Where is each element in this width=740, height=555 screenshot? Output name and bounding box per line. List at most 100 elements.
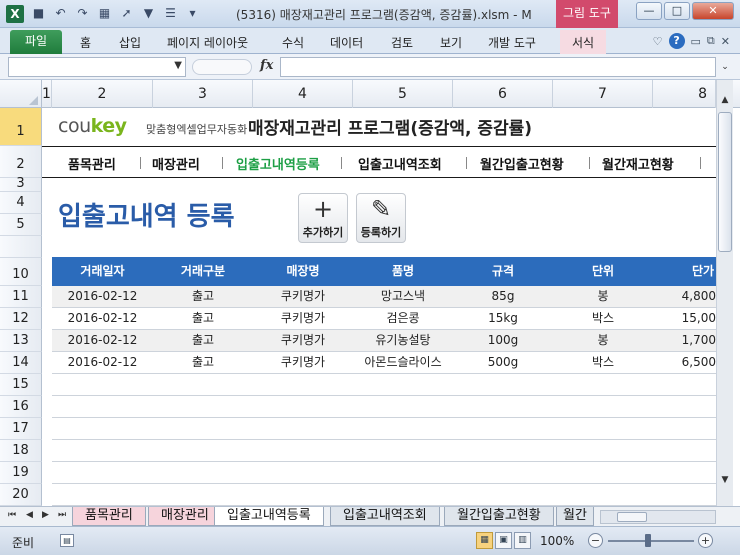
doc-close-icon[interactable]: ✕ [721,35,730,48]
table-row[interactable]: 2016-02-12 출고 쿠키명가 망고스낵 85g 봉 4,800 [52,286,716,308]
page-layout-view-icon[interactable]: ▣ [495,532,512,549]
cell-date[interactable]: 2016-02-12 [52,308,153,329]
sheet-tab[interactable]: 입출고내역조회 [330,507,440,526]
cell-price[interactable]: 6,500 [653,352,716,373]
vertical-scrollbar[interactable]: ▲ ▼ [716,80,733,506]
row-header[interactable]: 2 [0,146,42,178]
sheet-tab[interactable]: 월간 [556,507,594,526]
row-header[interactable]: 10 [0,258,42,286]
table-row[interactable]: 2016-02-12 출고 쿠키명가 검은콩 15kg 박스 15,00 [52,308,716,330]
row-header[interactable]: 18 [0,440,42,462]
table-row[interactable] [52,374,716,396]
sheet-tab[interactable]: 월간입출고현황 [444,507,554,526]
row-header[interactable] [0,236,42,258]
first-sheet-icon[interactable]: ⏮ [8,510,16,520]
chevron-down-icon[interactable]: ▼ [174,60,182,71]
zoom-in-icon[interactable]: + [698,533,713,548]
nav-item-monthly-stock[interactable]: 월간재고현황 [602,154,674,173]
scroll-thumb[interactable] [718,112,732,252]
tab-formulas[interactable]: 수식 [282,34,304,51]
table-row[interactable] [52,484,716,506]
cell-type[interactable]: 출고 [153,286,253,307]
cell-item[interactable]: 망고스낵 [353,286,453,307]
fx-icon[interactable]: fx [260,58,273,73]
row-header[interactable]: 13 [0,330,42,352]
row-header[interactable]: 11 [0,286,42,308]
tab-file[interactable]: 파일 [10,30,62,54]
nav-item-inout-register[interactable]: 입출고내역등록 [236,154,320,173]
cell-spec[interactable]: 500g [453,352,553,373]
cell-unit[interactable]: 박스 [553,308,653,329]
column-header[interactable]: 8 [653,80,716,108]
table-row[interactable]: 2016-02-12 출고 쿠키명가 유기농설탕 100g 봉 1,700 [52,330,716,352]
zoom-out-icon[interactable]: − [588,533,603,548]
select-all-corner[interactable] [0,80,42,108]
close-icon[interactable]: ✕ [692,2,734,20]
pointer-icon[interactable]: ➚ [118,5,135,22]
sheet-tab[interactable]: 품목관리 [72,507,146,526]
cell-price[interactable]: 15,00 [653,308,716,329]
tab-home[interactable]: 홈 [80,34,91,51]
cell-price[interactable]: 4,800 [653,286,716,307]
customize-icon[interactable]: ▾ [184,5,201,22]
cell-store[interactable]: 쿠키명가 [253,286,353,307]
row-header[interactable]: 20 [0,484,42,506]
scroll-down-icon[interactable]: ▼ [717,472,733,488]
ribbon-collapse-icon[interactable]: ♡ [653,35,663,48]
cell-item[interactable]: 아몬드슬라이스 [353,352,453,373]
worksheet[interactable]: coukey 맞춤형엑셀업무자동화 매장재고관리 프로그램(증감액, 증감률) … [42,108,716,506]
zoom-slider[interactable] [608,540,694,542]
excel-logo-icon[interactable]: X [6,5,24,23]
formula-input[interactable] [280,57,716,77]
sheet-tab-active[interactable]: 입출고내역등록 [214,507,324,526]
help-icon[interactable]: ? [668,33,685,49]
last-sheet-icon[interactable]: ⏭ [58,510,66,520]
cell-store[interactable]: 쿠키명가 [253,308,353,329]
tab-view[interactable]: 보기 [440,34,462,51]
add-button[interactable]: + 추가하기 [298,193,348,243]
nav-item-inout-search[interactable]: 입출고내역조회 [358,154,442,173]
cell-date[interactable]: 2016-02-12 [52,352,153,373]
row-header[interactable]: 19 [0,462,42,484]
sheet-tab[interactable]: 매장관리 [148,507,222,526]
undo-icon[interactable]: ↶ [52,5,69,22]
doc-restore-icon[interactable]: ⧉ [707,34,715,48]
tab-page-layout[interactable]: 페이지 레이아웃 [167,34,248,51]
minimize-icon[interactable]: — [636,2,662,20]
row-header[interactable]: 1 [0,108,42,146]
tab-data[interactable]: 데이터 [330,34,363,51]
column-header[interactable]: 6 [453,80,553,108]
column-header[interactable]: 4 [253,80,353,108]
cell-store[interactable]: 쿠키명가 [253,352,353,373]
tab-insert[interactable]: 삽입 [119,34,141,51]
cell-type[interactable]: 출고 [153,330,253,351]
cell-item[interactable]: 유기농설탕 [353,330,453,351]
cell-unit[interactable]: 봉 [553,330,653,351]
row-header[interactable]: 3 [0,177,42,192]
cell-type[interactable]: 출고 [153,308,253,329]
cell-spec[interactable]: 100g [453,330,553,351]
column-header[interactable]: 3 [153,80,253,108]
table-row[interactable] [52,462,716,484]
row-header[interactable]: 5 [0,214,42,236]
cell-unit[interactable]: 봉 [553,286,653,307]
row-header[interactable]: 16 [0,396,42,418]
hscroll-thumb[interactable] [617,512,647,522]
zoom-level[interactable]: 100% [540,534,574,548]
formula-splitter[interactable] [192,59,252,75]
zoom-slider-thumb[interactable] [645,534,651,547]
name-box[interactable]: ▼ [8,57,186,77]
form-icon[interactable]: ☰ [162,5,179,22]
row-header[interactable]: 4 [0,192,42,214]
nav-item-monthly-inout[interactable]: 월간입출고현황 [480,154,564,173]
horizontal-scrollbar[interactable] [600,510,716,524]
scroll-up-icon[interactable]: ▲ [717,92,733,108]
column-header[interactable]: 1 [42,80,52,108]
cell-price[interactable]: 1,700 [653,330,716,351]
expand-formula-icon[interactable]: ⌄ [718,57,732,77]
page-break-view-icon[interactable]: ▥ [514,532,531,549]
macro-record-icon[interactable]: ▤ [60,534,74,547]
redo-icon[interactable]: ↷ [74,5,91,22]
cell-item[interactable]: 검은콩 [353,308,453,329]
cell-type[interactable]: 출고 [153,352,253,373]
